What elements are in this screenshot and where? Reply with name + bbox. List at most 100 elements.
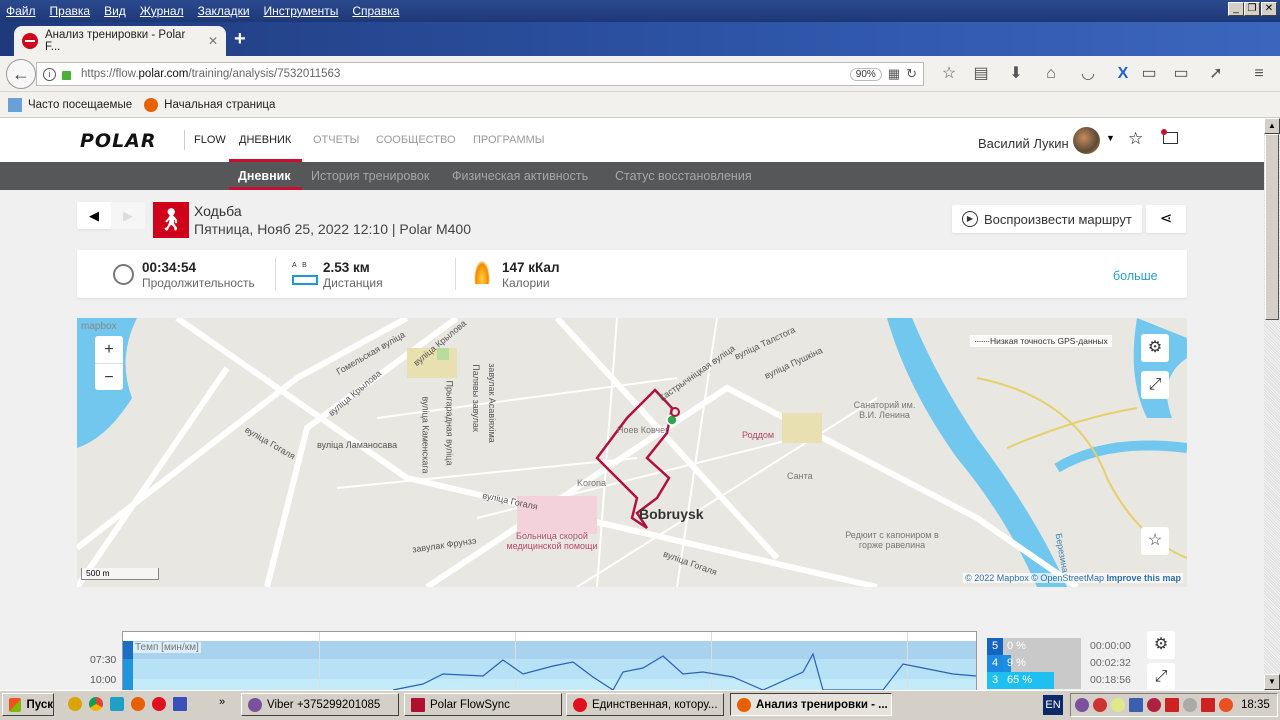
menu-file[interactable]: Файл — [6, 4, 36, 18]
tray-icon[interactable] — [1111, 698, 1125, 712]
zoom-level[interactable]: 90% — [849, 67, 882, 81]
network-icon[interactable] — [1129, 698, 1143, 712]
chart-settings-button[interactable]: ⚙ — [1147, 631, 1175, 659]
reader-view-icon[interactable]: ▦ — [888, 66, 900, 82]
taskbar-flowsync[interactable]: Polar FlowSync — [404, 693, 562, 716]
menu-history[interactable]: Журнал — [140, 4, 184, 18]
firefox-icon — [144, 98, 159, 112]
tray-icon[interactable] — [1219, 698, 1233, 712]
close-tab-icon[interactable]: ✕ — [208, 34, 218, 48]
user-dropdown-icon[interactable]: ▼ — [1106, 133, 1115, 143]
start-button[interactable]: Пуск — [2, 693, 54, 716]
close-window-button[interactable]: ✕ — [1261, 2, 1277, 16]
taskbar-firefox[interactable]: Анализ тренировки - ... — [730, 693, 892, 716]
zoom-out-button[interactable]: − — [95, 363, 123, 390]
bookmarks-list-icon[interactable]: ▤ — [970, 63, 992, 85]
webcam-icon[interactable] — [1183, 698, 1197, 712]
previous-training-button[interactable]: ◀ — [77, 202, 111, 229]
subnav-activity[interactable]: Физическая активность — [452, 169, 588, 183]
send-icon[interactable]: ➚ — [1205, 63, 1227, 85]
home-icon[interactable]: ⌂ — [1040, 63, 1062, 85]
map-favorite-button[interactable]: ☆ — [1141, 527, 1169, 555]
menu-bookmarks[interactable]: Закладки — [198, 4, 250, 18]
improve-map-link[interactable]: Improve this map — [1106, 573, 1181, 583]
scroll-down-button[interactable]: ▼ — [1264, 674, 1280, 690]
pace-chart[interactable]: Темп [мин/км] — [122, 631, 977, 690]
flowsync-tray-icon[interactable] — [1201, 698, 1215, 712]
chrome-icon[interactable] — [89, 697, 103, 711]
nav-reports[interactable]: ОТЧЕТЫ — [313, 134, 359, 146]
pocket-icon[interactable]: ◡ — [1077, 63, 1099, 85]
nav-diary[interactable]: ДНЕВНИК — [239, 134, 291, 146]
back-button[interactable]: ← — [6, 59, 36, 89]
fullscreen-button[interactable]: ⤢ — [1141, 371, 1169, 399]
viber-tray-icon[interactable] — [1075, 698, 1089, 712]
distance-ruler-icon — [292, 275, 318, 285]
clock[interactable]: 18:35 — [1241, 699, 1270, 711]
bookmark-star-icon[interactable]: ☆ — [938, 63, 960, 85]
summary-card — [77, 250, 1187, 298]
calories-value: 147 кКал — [502, 260, 560, 275]
user-name[interactable]: Василий Лукин — [978, 136, 1069, 151]
more-link[interactable]: больше — [1113, 269, 1158, 283]
subnav-training-history[interactable]: История тренировок — [311, 169, 429, 183]
info-icon[interactable]: i — [43, 67, 56, 81]
polar-logo[interactable]: POLAR — [80, 130, 157, 152]
subnav-recovery[interactable]: Статус восстановления — [615, 169, 752, 183]
new-tab-button[interactable]: + — [234, 28, 246, 51]
play-route-button[interactable]: ▶ Воспроизвести маршрут — [952, 205, 1142, 233]
language-indicator[interactable]: EN — [1043, 695, 1063, 715]
taskbar-viber[interactable]: Viber +375299201085 — [241, 693, 399, 716]
tray-icon[interactable] — [1165, 698, 1179, 712]
bookmark-start-page[interactable]: Начальная страница — [164, 99, 275, 111]
scrollbar-thumb[interactable] — [1265, 134, 1279, 320]
minimize-button[interactable]: _ — [1228, 2, 1244, 16]
menu-bar: Файл Правка Вид Журнал Закладки Инструме… — [0, 0, 1280, 22]
bookmark-most-visited[interactable]: Часто посещаемые — [28, 99, 132, 111]
subnav-diary[interactable]: Дневник — [238, 169, 291, 183]
url-bar[interactable]: i https://flow.polar.com/training/analys… — [36, 62, 924, 86]
chart-fullscreen-button[interactable]: ⤢ — [1147, 663, 1175, 690]
poi-label: Роддом — [742, 430, 775, 440]
firefox-icon[interactable] — [131, 697, 145, 711]
map-settings-button[interactable]: ⚙ — [1141, 334, 1169, 362]
avatar[interactable] — [1073, 127, 1100, 154]
mapbox-logo[interactable]: mapbox — [81, 321, 117, 332]
scroll-up-button[interactable]: ▲ — [1264, 118, 1280, 134]
menu-edit[interactable]: Правка — [50, 4, 91, 18]
poi-label: Санта — [787, 471, 813, 481]
screen-icon[interactable]: ▭ — [1170, 63, 1192, 85]
more-quicklaunch-icon[interactable]: » — [219, 696, 225, 708]
menu-help[interactable]: Справка — [352, 4, 399, 18]
attribution-link[interactable]: © 2022 Mapbox © OpenStreetMap — [965, 573, 1104, 583]
extension-x-icon[interactable]: X — [1112, 63, 1134, 85]
downloads-icon[interactable]: ⬇ — [1005, 63, 1027, 85]
play-circle-icon: ▶ — [962, 211, 978, 227]
restore-button[interactable]: ❐ — [1244, 2, 1260, 16]
zoom-in-button[interactable]: + — [95, 336, 123, 363]
nav-community[interactable]: СООБЩЕСТВО — [376, 134, 456, 146]
url-text[interactable]: https://flow.polar.com/training/analysis… — [81, 68, 340, 80]
flag-extension-icon[interactable]: ▭ — [1138, 63, 1160, 85]
nav-programs[interactable]: ПРОГРАММЫ — [473, 134, 545, 146]
reload-icon[interactable]: ↻ — [906, 66, 917, 82]
route-map[interactable]: mapbox + − Гомельская вуліца вуліца Крыл… — [77, 318, 1187, 587]
app-icon[interactable] — [68, 697, 82, 711]
browser-tab-active[interactable]: Анализ тренировки - Polar F... ✕ — [14, 26, 226, 56]
menu-tools[interactable]: Инструменты — [264, 4, 339, 18]
map-attribution: © 2022 Mapbox © OpenStreetMap Improve th… — [963, 573, 1183, 583]
share-button[interactable]: ⋖ — [1146, 205, 1186, 233]
flame-icon — [474, 260, 490, 284]
favorites-star-icon[interactable]: ☆ — [1128, 129, 1143, 149]
taskbar-opera[interactable]: Единственная, котору... — [566, 693, 724, 716]
menu-view[interactable]: Вид — [104, 4, 126, 18]
app-icon[interactable] — [110, 697, 124, 711]
next-training-button[interactable]: ▶ — [111, 202, 145, 229]
play-route-label: Воспроизвести маршрут — [984, 211, 1132, 227]
tray-icon[interactable] — [1093, 698, 1107, 712]
zoom-controls: + − — [95, 336, 123, 390]
opera-icon[interactable] — [152, 697, 166, 711]
security-icon[interactable] — [1147, 698, 1161, 712]
save-icon[interactable] — [173, 697, 187, 711]
hamburger-menu-icon[interactable]: ≡ — [1248, 63, 1270, 85]
